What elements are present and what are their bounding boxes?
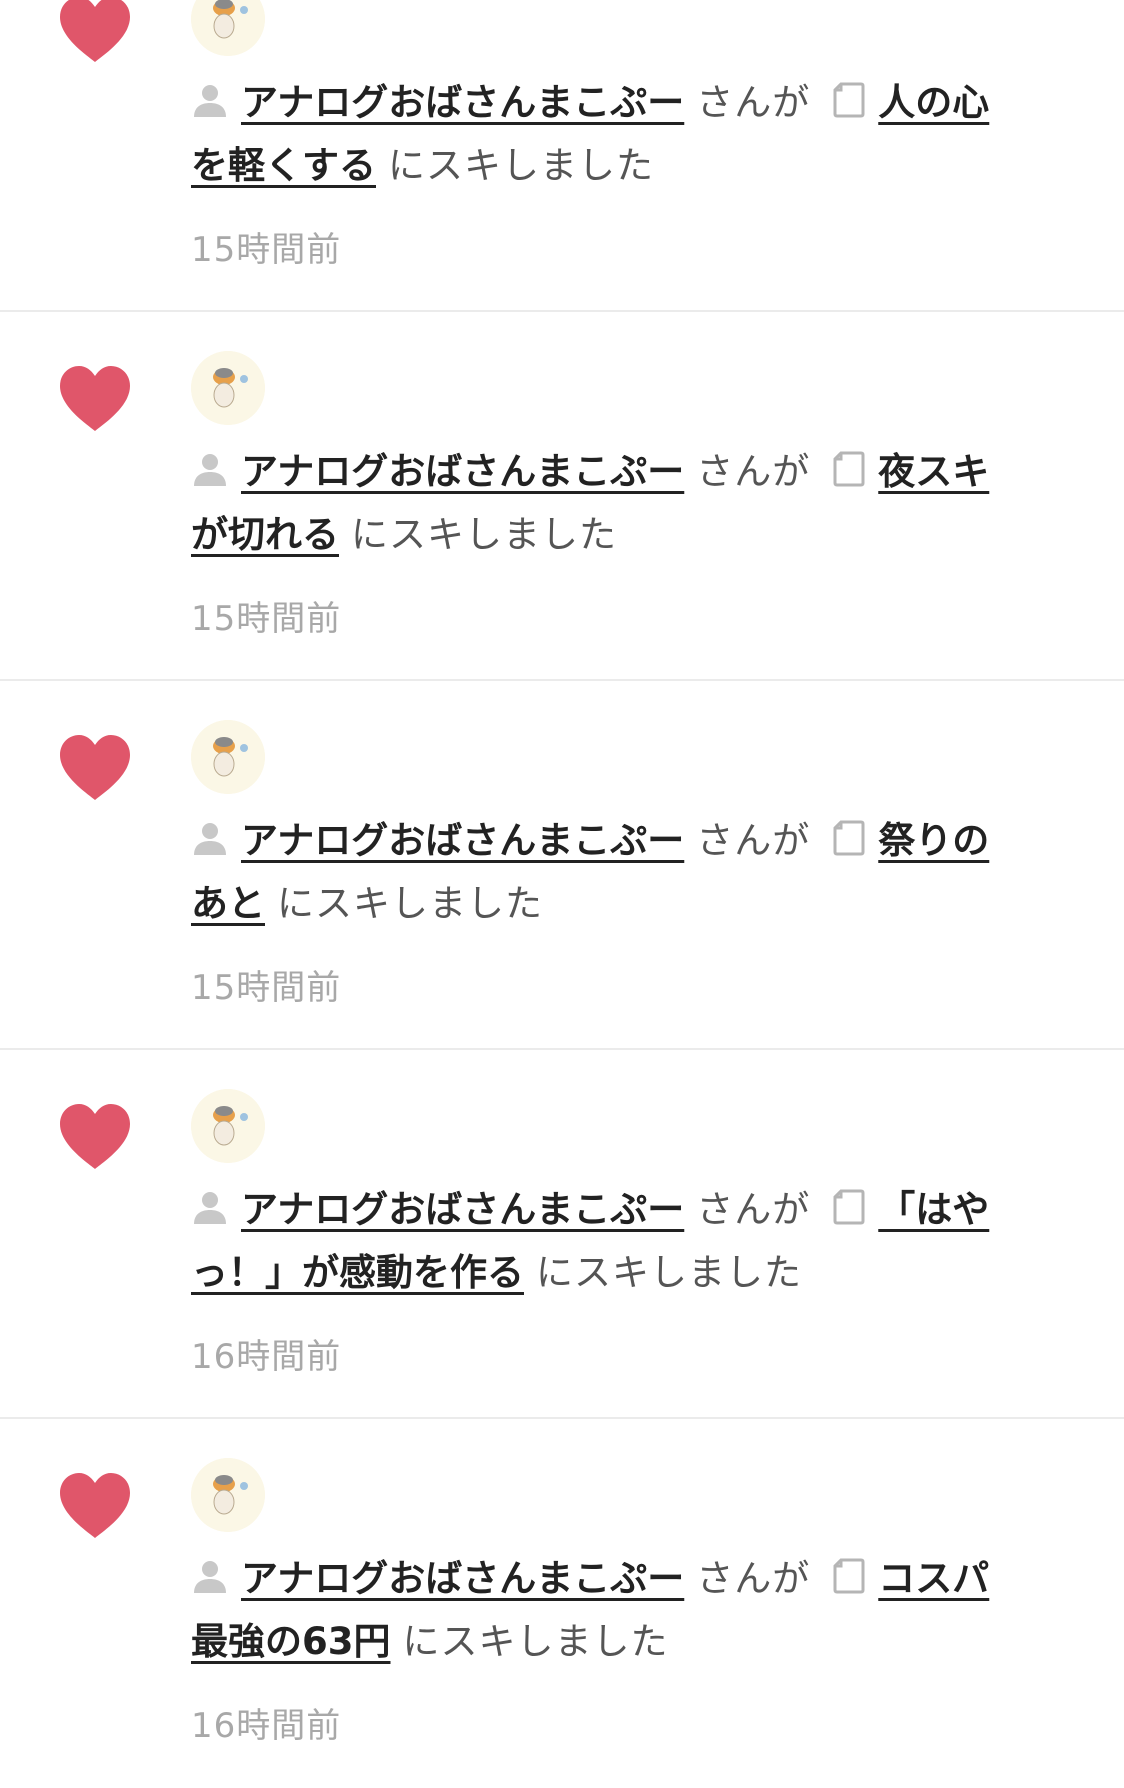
note-icon <box>832 81 866 119</box>
avatar[interactable] <box>191 1089 265 1163</box>
avatar[interactable] <box>191 0 265 56</box>
action-suffix: にスキしました <box>536 1251 802 1294</box>
heart-icon <box>58 1103 132 1171</box>
note-icon <box>832 1557 866 1595</box>
avatar[interactable] <box>191 1458 265 1532</box>
user-icon <box>191 1188 229 1226</box>
notification-item[interactable]: アナログおばさんまこぷー さんが 夜スキが切れる にスキしました 15時間前 <box>0 313 1124 681</box>
action-suffix: にスキしました <box>351 513 617 556</box>
timestamp: 16時間前 <box>191 1706 342 1746</box>
action-suffix: にスキしました <box>402 1620 669 1663</box>
timestamp: 15時間前 <box>191 599 342 639</box>
user-icon <box>191 1557 229 1595</box>
action-suffix: にスキしました <box>388 144 654 187</box>
user-name-link[interactable]: アナログおばさんまこぷー <box>241 450 684 493</box>
action-prefix: さんが <box>696 819 811 862</box>
user-name-link[interactable]: アナログおばさんまこぷー <box>241 1557 684 1600</box>
timestamp: 16時間前 <box>191 1337 342 1377</box>
action-suffix: にスキしました <box>277 882 543 925</box>
notification-text: アナログおばさんまこぷー さんが 人の心を軽くする にスキしました <box>191 71 1021 197</box>
note-icon <box>832 819 866 857</box>
action-prefix: さんが <box>696 1188 811 1231</box>
user-icon <box>191 81 229 119</box>
action-prefix: さんが <box>696 1557 811 1600</box>
user-name-link[interactable]: アナログおばさんまこぷー <box>241 1188 684 1231</box>
notification-list: アナログおばさんまこぷー さんが 人の心を軽くする にスキしました 15時間前 アナロ… <box>0 0 1124 1749</box>
user-name-link[interactable]: アナログおばさんまこぷー <box>241 81 684 124</box>
avatar[interactable] <box>191 351 265 425</box>
heart-icon <box>58 734 132 802</box>
notification-text: アナログおばさんまこぷー さんが 「はやっ！」が感動を作る にスキしました <box>191 1178 1021 1304</box>
note-icon <box>832 450 866 488</box>
notification-item[interactable]: アナログおばさんまこぷー さんが 「はやっ！」が感動を作る にスキしました 16時間前 <box>0 1051 1124 1419</box>
notification-text: アナログおばさんまこぷー さんが 夜スキが切れる にスキしました <box>191 440 1021 566</box>
action-prefix: さんが <box>696 81 811 124</box>
timestamp: 15時間前 <box>191 968 342 1008</box>
action-prefix: さんが <box>696 450 811 493</box>
notification-text: アナログおばさんまこぷー さんが コスパ最強の63円 にスキしました <box>191 1547 1021 1673</box>
user-name-link[interactable]: アナログおばさんまこぷー <box>241 819 684 862</box>
user-icon <box>191 450 229 488</box>
note-icon <box>832 1188 866 1226</box>
heart-icon <box>58 365 132 433</box>
avatar[interactable] <box>191 720 265 794</box>
notification-text: アナログおばさんまこぷー さんが 祭りのあと にスキしました <box>191 809 1021 935</box>
heart-icon <box>58 1472 132 1540</box>
notification-item[interactable]: アナログおばさんまこぷー さんが 人の心を軽くする にスキしました 15時間前 <box>0 0 1124 312</box>
notification-item[interactable]: アナログおばさんまこぷー さんが コスパ最強の63円 にスキしました 16時間前 <box>0 1420 1124 1788</box>
user-icon <box>191 819 229 857</box>
heart-icon <box>58 0 132 64</box>
notification-item[interactable]: アナログおばさんまこぷー さんが 祭りのあと にスキしました 15時間前 <box>0 682 1124 1050</box>
timestamp: 15時間前 <box>191 230 342 270</box>
